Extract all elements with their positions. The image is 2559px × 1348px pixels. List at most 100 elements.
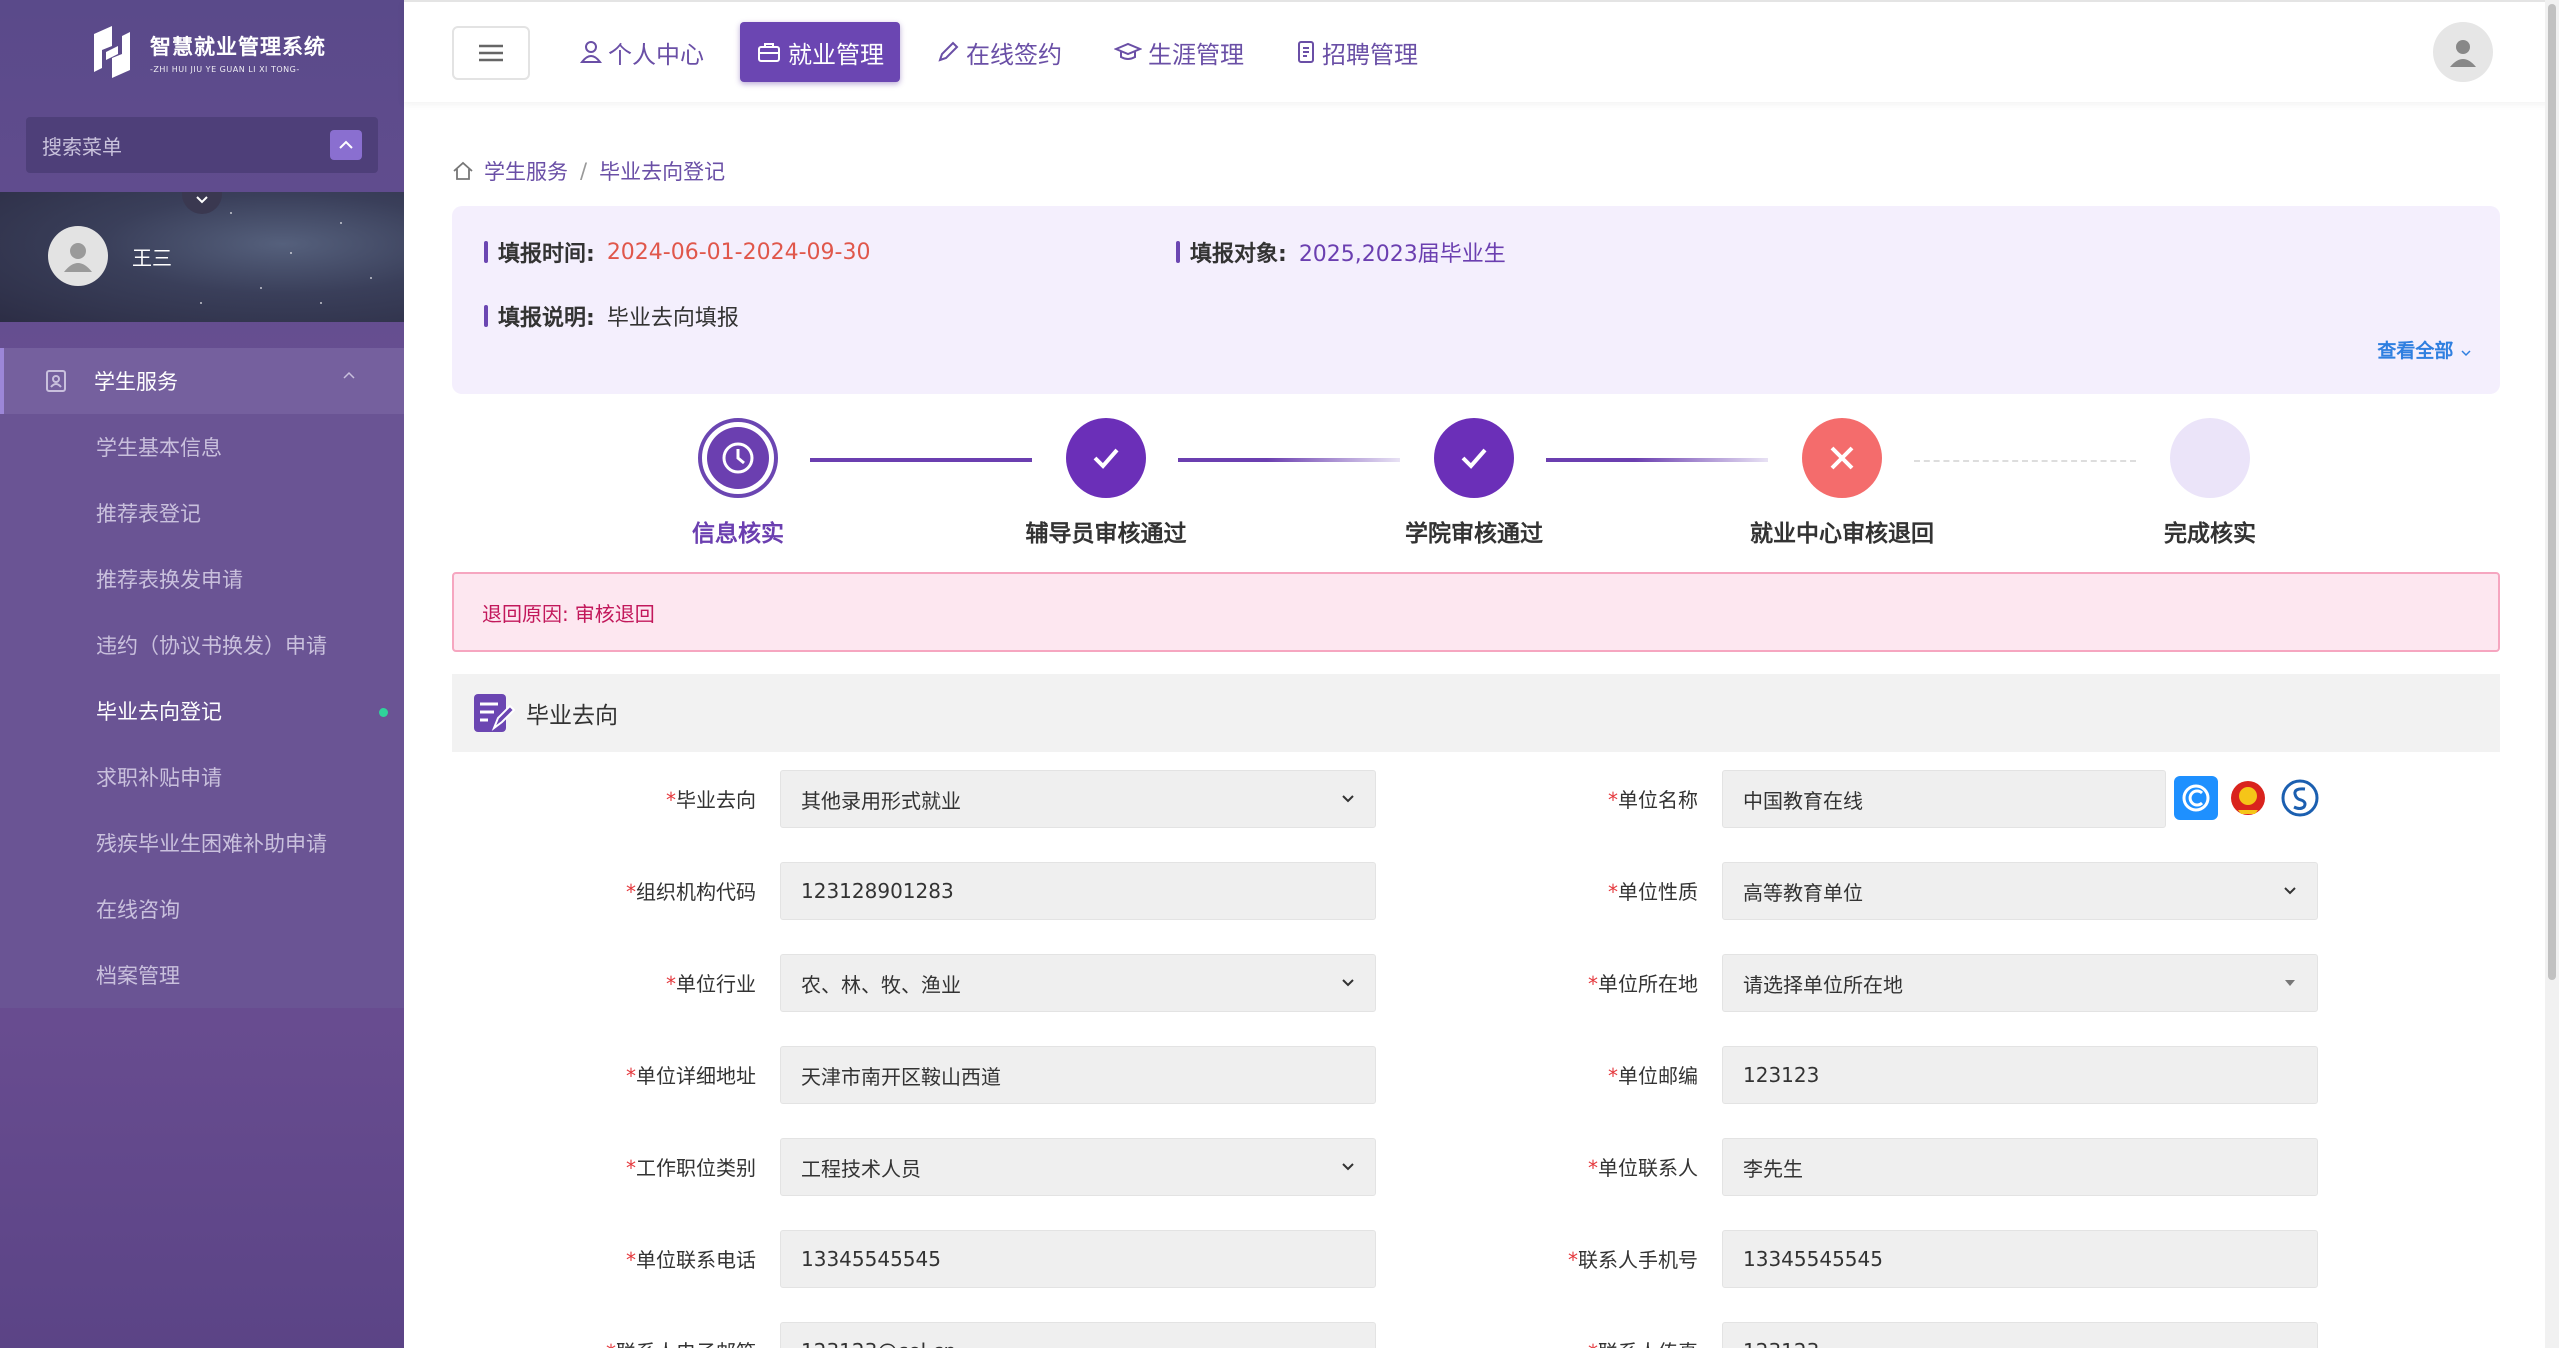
menu-search-button[interactable] bbox=[330, 130, 362, 160]
form-row: *毕业去向 其他录用形式就业 *单位名称 中国教育在线 bbox=[452, 770, 2500, 828]
step-status-current bbox=[698, 418, 778, 498]
chevron-down-icon bbox=[2284, 887, 2296, 895]
form-row: *工作职位类别 工程技术人员 *单位联系人 李先生 bbox=[452, 1138, 2500, 1196]
info-time: 填报时间: 2024-06-01-2024-09-30 bbox=[484, 236, 870, 268]
credit-s-logo-icon[interactable] bbox=[2278, 776, 2322, 820]
step-counselor-approved: 辅导员审核通过 bbox=[986, 412, 1226, 548]
menu-search-placeholder: 搜索菜单 bbox=[42, 134, 122, 159]
form-row: *组织机构代码 123128901283 *单位性质 高等教育单位 bbox=[452, 862, 2500, 920]
tab-personal-center[interactable]: 个人中心 bbox=[564, 22, 720, 82]
tab-online-signing[interactable]: 在线签约 bbox=[920, 22, 1078, 82]
close-icon bbox=[1830, 446, 1854, 470]
phone-input[interactable]: 13345545545 bbox=[780, 1230, 1376, 1288]
info-card: 填报时间: 2024-06-01-2024-09-30 填报对象: 2025,2… bbox=[452, 206, 2500, 394]
step-complete: 完成核实 bbox=[2090, 412, 2330, 548]
home-icon bbox=[453, 161, 473, 180]
reject-reason-label: 退回原因: bbox=[482, 601, 569, 626]
edit-form-icon bbox=[474, 694, 516, 732]
sidebar-item-disability-subsidy[interactable]: 残疾毕业生困难补助申请 bbox=[0, 810, 404, 876]
step-center-rejected: 就业中心审核退回 bbox=[1722, 412, 1962, 548]
graduation-cap-icon bbox=[1114, 42, 1142, 60]
progress-steps: 信息核实 辅导员审核通过 学院审核通过 就业中心审核退回 完成核实 bbox=[452, 412, 2500, 552]
logo-title: 智慧就业管理系统 bbox=[150, 34, 326, 59]
menu-toggle-button[interactable] bbox=[452, 26, 530, 80]
user-avatar-icon bbox=[64, 243, 92, 272]
tab-recruitment-management[interactable]: 招聘管理 bbox=[1280, 22, 1434, 82]
pen-icon bbox=[938, 41, 959, 62]
chevron-down-icon bbox=[196, 196, 208, 204]
fax-input[interactable]: 123123 bbox=[1722, 1322, 2318, 1348]
hamburger-icon bbox=[479, 44, 503, 62]
sidebar-item-student-info[interactable]: 学生基本信息 bbox=[0, 414, 404, 480]
step-status-rejected bbox=[1802, 418, 1882, 498]
sidebar-nav: 学生服务 学生基本信息 推荐表登记 推荐表换发申请 违约（协议书换发）申请 毕业… bbox=[0, 348, 404, 1008]
sidebar-group-student-services[interactable]: 学生服务 bbox=[0, 348, 404, 414]
avatar[interactable] bbox=[2433, 22, 2493, 82]
menu-search-input[interactable]: 搜索菜单 bbox=[26, 117, 378, 173]
view-all-link[interactable]: 查看全部 bbox=[2377, 336, 2472, 363]
postcode-input[interactable]: 123123 bbox=[1722, 1046, 2318, 1104]
mobile-input[interactable]: 13345545545 bbox=[1722, 1230, 2318, 1288]
org-type-select[interactable]: 高等教育单位 bbox=[1722, 862, 2318, 920]
reject-reason-alert: 退回原因: 审核退回 bbox=[452, 572, 2500, 652]
avatar[interactable] bbox=[48, 226, 108, 286]
cel-logo-icon[interactable] bbox=[2174, 776, 2218, 820]
user-icon bbox=[580, 41, 602, 63]
org-name-input[interactable]: 中国教育在线 bbox=[1722, 770, 2166, 828]
info-time-value: 2024-06-01-2024-09-30 bbox=[606, 239, 871, 265]
check-icon bbox=[1461, 448, 1487, 469]
breadcrumb-parent[interactable]: 学生服务 bbox=[484, 156, 568, 186]
scrollbar-thumb[interactable] bbox=[2548, 4, 2556, 980]
step-status-done bbox=[1434, 418, 1514, 498]
logo-subtitle: -ZHI HUI JIU YE GUAN LI XI TONG- bbox=[150, 64, 300, 74]
sidebar-item-archive[interactable]: 档案管理 bbox=[0, 942, 404, 1008]
sidebar: 智慧就业管理系统 -ZHI HUI JIU YE GUAN LI XI TONG… bbox=[0, 0, 404, 1348]
industry-select[interactable]: 农、林、牧、渔业 bbox=[780, 954, 1376, 1012]
chevron-up-icon bbox=[339, 140, 353, 149]
tab-employment-management[interactable]: 就业管理 bbox=[740, 22, 900, 82]
sidebar-item-online-consult[interactable]: 在线咨询 bbox=[0, 876, 404, 942]
tab-career-management[interactable]: 生涯管理 bbox=[1098, 22, 1260, 82]
form-row: *联系人电子邮箱 123123@cel.cn *联系人传真 123123 bbox=[452, 1322, 2500, 1348]
national-emblem-icon[interactable] bbox=[2226, 776, 2270, 820]
contact-input[interactable]: 李先生 bbox=[1722, 1138, 2318, 1196]
chevron-down-icon bbox=[1342, 979, 1354, 987]
address-input[interactable]: 天津市南开区鞍山西道 bbox=[780, 1046, 1376, 1104]
page-scrollbar[interactable] bbox=[2545, 0, 2559, 1348]
briefcase-icon bbox=[758, 43, 780, 62]
section-header: 毕业去向 bbox=[452, 674, 2500, 752]
top-nav: 个人中心 就业管理 在线签约 生涯管理 招聘管理 bbox=[564, 22, 1454, 82]
sidebar-item-recommend-reissue[interactable]: 推荐表换发申请 bbox=[0, 546, 404, 612]
user-panel: 王三 bbox=[0, 192, 404, 322]
chevron-up-icon bbox=[343, 371, 355, 379]
sidebar-item-recommend-form[interactable]: 推荐表登记 bbox=[0, 480, 404, 546]
location-select[interactable]: 请选择单位所在地 bbox=[1722, 954, 2318, 1012]
section-title: 毕业去向 bbox=[526, 703, 618, 729]
active-dot bbox=[379, 708, 388, 717]
reject-reason-value: 审核退回 bbox=[574, 601, 655, 626]
sidebar-group-label: 学生服务 bbox=[94, 370, 178, 394]
info-target-value: 2025,2023届毕业生 bbox=[1298, 242, 1506, 267]
logo[interactable]: 智慧就业管理系统 -ZHI HUI JIU YE GUAN LI XI TONG… bbox=[0, 0, 404, 104]
form-row: *单位行业 农、林、牧、渔业 *单位所在地 请选择单位所在地 bbox=[452, 954, 2500, 1012]
step-status-pending bbox=[2170, 418, 2250, 498]
org-code-input[interactable]: 123128901283 bbox=[780, 862, 1376, 920]
step-status-done bbox=[1066, 418, 1146, 498]
sidebar-item-graduate-destination[interactable]: 毕业去向登记 bbox=[0, 678, 404, 744]
chevron-down-icon bbox=[1342, 1163, 1354, 1171]
info-desc: 填报说明: 毕业去向填报 bbox=[484, 300, 739, 332]
email-input[interactable]: 123123@cel.cn bbox=[780, 1322, 1376, 1348]
destination-select[interactable]: 其他录用形式就业 bbox=[780, 770, 1376, 828]
breadcrumb-current: 毕业去向登记 bbox=[599, 160, 726, 184]
job-category-select[interactable]: 工程技术人员 bbox=[780, 1138, 1376, 1196]
form-row: *单位详细地址 天津市南开区鞍山西道 *单位邮编 123123 bbox=[452, 1046, 2500, 1104]
breadcrumb-separator: / bbox=[580, 159, 588, 183]
org-verify-icons bbox=[2174, 776, 2330, 820]
sidebar-item-breach-apply[interactable]: 违约（协议书换发）申请 bbox=[0, 612, 404, 678]
step-college-approved: 学院审核通过 bbox=[1354, 412, 1594, 548]
caret-down-icon bbox=[2285, 980, 2295, 986]
sidebar-item-job-subsidy[interactable]: 求职补贴申请 bbox=[0, 744, 404, 810]
collapse-toggle[interactable] bbox=[182, 192, 222, 214]
breadcrumb: 学生服务 / 毕业去向登记 bbox=[452, 156, 725, 186]
id-card-icon bbox=[46, 370, 66, 392]
